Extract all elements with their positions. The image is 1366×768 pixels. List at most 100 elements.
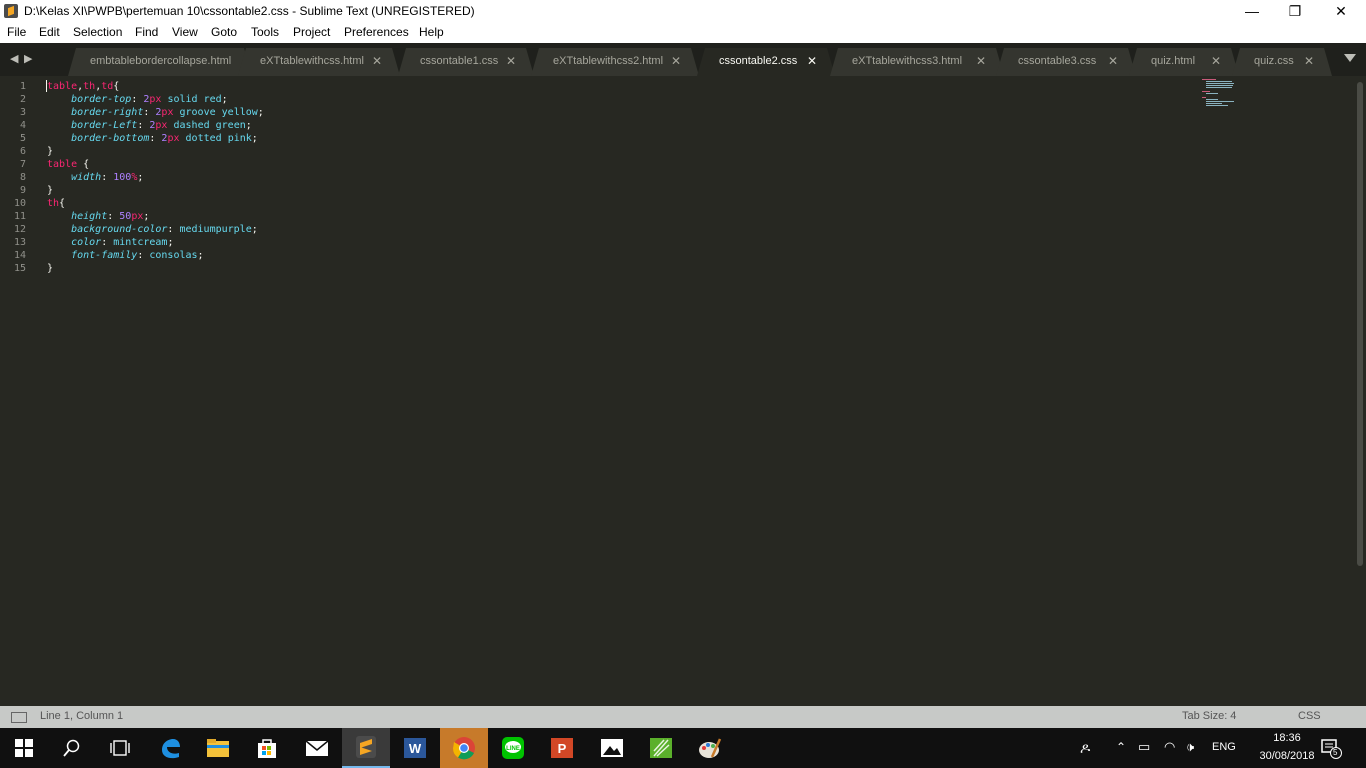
green-app-button[interactable] (637, 728, 685, 768)
file-explorer-button[interactable] (194, 728, 242, 768)
code-token: px (149, 94, 162, 105)
language-indicator[interactable]: ENG (1212, 741, 1236, 753)
store-button[interactable] (243, 728, 291, 768)
minimize-button[interactable]: — (1229, 0, 1275, 23)
clock-time[interactable]: 18:36 (1264, 732, 1310, 744)
photos-button[interactable] (588, 728, 636, 768)
menu-preferences[interactable]: Preferences (344, 25, 409, 39)
code-token: : (149, 133, 162, 144)
line-number: 1 (19, 81, 26, 92)
tab-quiz-css[interactable]: quiz.css ✕ (1232, 48, 1332, 76)
tab-close-icon[interactable]: ✕ (1108, 54, 1118, 68)
line-button[interactable]: LINE (489, 728, 537, 768)
tab-exttablewithcss2[interactable]: eXTtablewithcss2.html ✕ (531, 48, 699, 76)
code-text: font-family: consolas; (47, 249, 203, 262)
tab-scroll-right-icon[interactable]: ▶ (24, 52, 32, 65)
tab-label: eXTtablewithcss.html (260, 55, 364, 67)
line-number: 11 (13, 211, 26, 222)
edge-button[interactable] (146, 728, 194, 768)
start-button[interactable] (0, 728, 48, 768)
restore-button[interactable]: ❐ (1272, 0, 1318, 23)
paint-button[interactable] (686, 728, 734, 768)
tab-close-icon[interactable]: ✕ (1211, 54, 1221, 68)
code-text: width: 100%; (47, 171, 143, 184)
minimap-line (1206, 81, 1232, 82)
menu-project[interactable]: Project (293, 25, 330, 39)
task-view-button[interactable] (96, 728, 144, 768)
folder-icon (207, 739, 229, 757)
menu-tools[interactable]: Tools (251, 25, 279, 39)
code-token: border-bottom (71, 133, 150, 144)
menu-help[interactable]: Help (419, 25, 444, 39)
code-token: th (47, 198, 60, 209)
word-button[interactable]: W (391, 728, 439, 768)
menu-file[interactable]: File (7, 25, 26, 39)
svg-text:W: W (409, 741, 422, 756)
menu-bar: File Edit Selection Find View Goto Tools… (0, 23, 1366, 43)
minimap[interactable] (1198, 79, 1238, 109)
tab-cssontable2[interactable]: cssontable2.css ✕ (697, 48, 835, 76)
clock-date[interactable]: 30/08/2018 (1248, 750, 1326, 762)
mail-button[interactable] (293, 728, 341, 768)
scrollbar-thumb[interactable] (1357, 82, 1363, 566)
tab-close-icon[interactable]: ✕ (506, 54, 516, 68)
tab-close-icon[interactable]: ✕ (1304, 54, 1314, 68)
tab-size-indicator[interactable]: Tab Size: 4 (1182, 710, 1236, 722)
notification-center-button[interactable]: 5 (1320, 736, 1342, 760)
battery-icon[interactable]: ▭ (1138, 739, 1150, 755)
tab-close-icon[interactable]: ✕ (976, 54, 986, 68)
tab-close-icon[interactable]: ✕ (671, 54, 681, 68)
syntax-indicator[interactable]: CSS (1298, 710, 1321, 722)
menu-edit[interactable]: Edit (39, 25, 60, 39)
code-token: dotted (185, 133, 222, 144)
tab-cssontable3[interactable]: cssontable3.css ✕ (996, 48, 1136, 76)
tab-cssontable1[interactable]: cssontable1.css ✕ (398, 48, 534, 76)
minimap-line (1206, 83, 1234, 84)
status-bar: Line 1, Column 1 Tab Size: 4 CSS (0, 706, 1366, 728)
line-number: 10 (13, 198, 26, 209)
search-button[interactable] (48, 728, 96, 768)
code-token: px (167, 133, 180, 144)
wifi-icon[interactable]: ◠ (1164, 739, 1175, 755)
code-editor[interactable]: 1 table,th,td{2 border-top: 2px solid red… (0, 76, 1354, 706)
tab-embtablebordercollapse[interactable]: embtablebordercollapse.html (68, 48, 252, 76)
code-token: ; (167, 237, 174, 248)
menu-find[interactable]: Find (135, 25, 158, 39)
people-icon[interactable]: ዶ (1080, 740, 1090, 757)
code-token: mediumpurple (179, 224, 252, 235)
vertical-scrollbar[interactable] (1354, 76, 1366, 706)
code-token: ; (245, 120, 252, 131)
menu-view[interactable]: View (172, 25, 198, 39)
code-token: ; (221, 94, 228, 105)
volume-icon[interactable]: 🕩 (1186, 739, 1194, 755)
tab-list-dropdown-icon[interactable] (1344, 54, 1356, 62)
powerpoint-button[interactable]: P (538, 728, 586, 768)
code-token: width (71, 172, 102, 183)
sublime-text-icon (356, 736, 376, 758)
show-hidden-icons-icon[interactable]: ⌃ (1116, 740, 1126, 754)
code-token: 100 (113, 172, 132, 183)
code-token: ; (251, 224, 258, 235)
notification-icon (1321, 739, 1342, 759)
menu-selection[interactable]: Selection (73, 25, 122, 39)
search-icon (63, 739, 80, 757)
code-token: solid (167, 94, 198, 105)
code-token: yellow (221, 107, 258, 118)
tab-close-icon[interactable]: ✕ (807, 54, 817, 68)
tab-scroll-left-icon[interactable]: ◀ (10, 52, 18, 65)
menu-goto[interactable]: Goto (211, 25, 237, 39)
line-number: 7 (19, 159, 26, 170)
code-token: border-Left (71, 120, 138, 131)
close-button[interactable]: ✕ (1318, 0, 1364, 23)
tab-exttablewithcss[interactable]: eXTtablewithcss.html ✕ (238, 48, 400, 76)
tab-close-icon[interactable]: ✕ (372, 54, 382, 68)
sublime-text-button[interactable] (342, 728, 390, 768)
tab-exttablewithcss3[interactable]: eXTtablewithcss3.html ✕ (830, 48, 1004, 76)
code-token: : (137, 120, 150, 131)
chrome-button[interactable] (440, 728, 488, 768)
tab-quiz-html[interactable]: quiz.html ✕ (1129, 48, 1239, 76)
code-token: } (47, 146, 54, 157)
code-token: color (71, 237, 102, 248)
code-token: height (71, 211, 108, 222)
panel-toggle-icon[interactable] (11, 712, 27, 723)
